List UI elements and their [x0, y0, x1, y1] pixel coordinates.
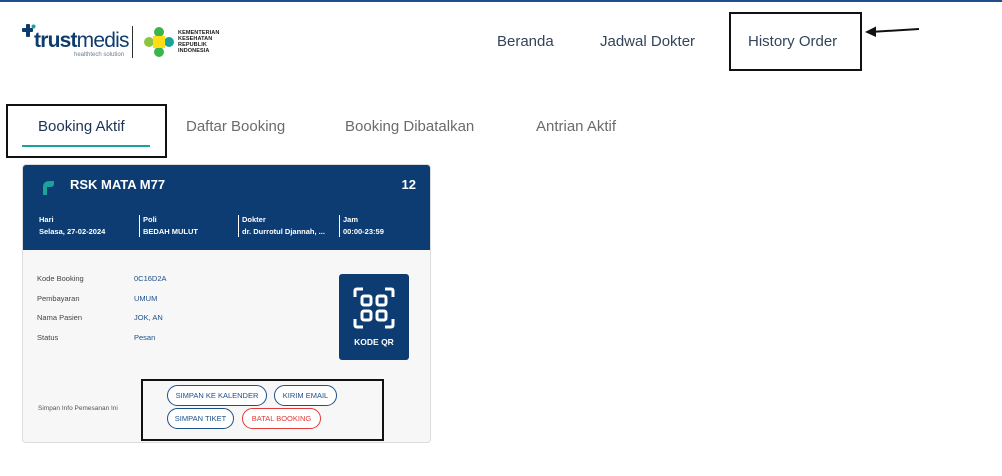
kemenkes-logo-icon	[144, 27, 174, 57]
detail-value: JOK, AN	[134, 313, 163, 322]
tab-daftar-booking[interactable]: Daftar Booking	[186, 118, 285, 135]
highlight-box-active-tab	[6, 104, 167, 158]
arrow-left-icon	[865, 26, 920, 37]
kemenkes-logo: KEMENTERIAN KESEHATAN REPUBLIK INDONESIA	[143, 26, 219, 58]
detail-value: 0C16D2A	[134, 274, 167, 283]
info-value: Selasa, 27-02-2024	[39, 227, 106, 236]
clinic-name: RSK MATA M77	[70, 177, 166, 192]
highlight-box-history-order	[729, 12, 862, 71]
nav-beranda[interactable]: Beranda	[497, 33, 554, 50]
tab-booking-dibatalkan[interactable]: Booking Dibatalkan	[345, 118, 474, 135]
info-label: Hari	[39, 215, 54, 224]
partner-line-4: INDONESIA	[178, 48, 210, 54]
booking-count: 12	[401, 177, 416, 192]
logo-divider	[132, 26, 133, 58]
top-accent-line	[0, 0, 1002, 2]
info-label: Jam	[343, 215, 359, 224]
detail-label: Kode Booking	[37, 274, 84, 283]
qr-code-button[interactable]: KODE QR	[339, 274, 409, 360]
info-value: dr. Durrotul Djannah, ...	[242, 227, 325, 236]
brand-tagline: healthtech solution	[74, 52, 125, 58]
info-label: Dokter	[242, 215, 266, 224]
detail-label: Nama Pasien	[37, 313, 83, 322]
info-jam: Jam 00:00-23:59	[339, 215, 384, 237]
info-label: Poli	[143, 215, 157, 224]
info-poli: Poli BEDAH MULUT	[139, 215, 198, 237]
info-value: 00:00-23:59	[343, 227, 384, 236]
booking-card-header: RSK MATA M77 12 Hari Selasa, 27-02-2024 …	[23, 165, 430, 250]
info-value: BEDAH MULUT	[143, 227, 198, 236]
info-dokter: Dokter dr. Durrotul Djannah, ...	[238, 215, 325, 237]
detail-label: Pembayaran	[37, 294, 80, 303]
detail-value: UMUM	[134, 294, 158, 303]
clinic-leaf-icon	[43, 181, 54, 195]
detail-label: Status	[37, 333, 59, 342]
brand-logo[interactable]: trustmedis healthtech solution KEMENTERI…	[22, 22, 219, 62]
tab-antrian-aktif[interactable]: Antrian Aktif	[536, 118, 616, 135]
highlight-box-actions	[141, 379, 384, 441]
brand-name: trustmedis	[34, 29, 130, 52]
detail-value: Pesan	[134, 333, 156, 342]
nav-jadwal-dokter[interactable]: Jadwal Dokter	[600, 33, 695, 50]
save-info-label: Simpan Info Pemesanan Ini	[38, 405, 118, 412]
qr-code-label: KODE QR	[354, 337, 394, 347]
trustmedis-logo: trustmedis healthtech solution	[22, 22, 130, 62]
qr-code-icon	[353, 287, 395, 329]
info-hari: Hari Selasa, 27-02-2024	[39, 215, 105, 237]
